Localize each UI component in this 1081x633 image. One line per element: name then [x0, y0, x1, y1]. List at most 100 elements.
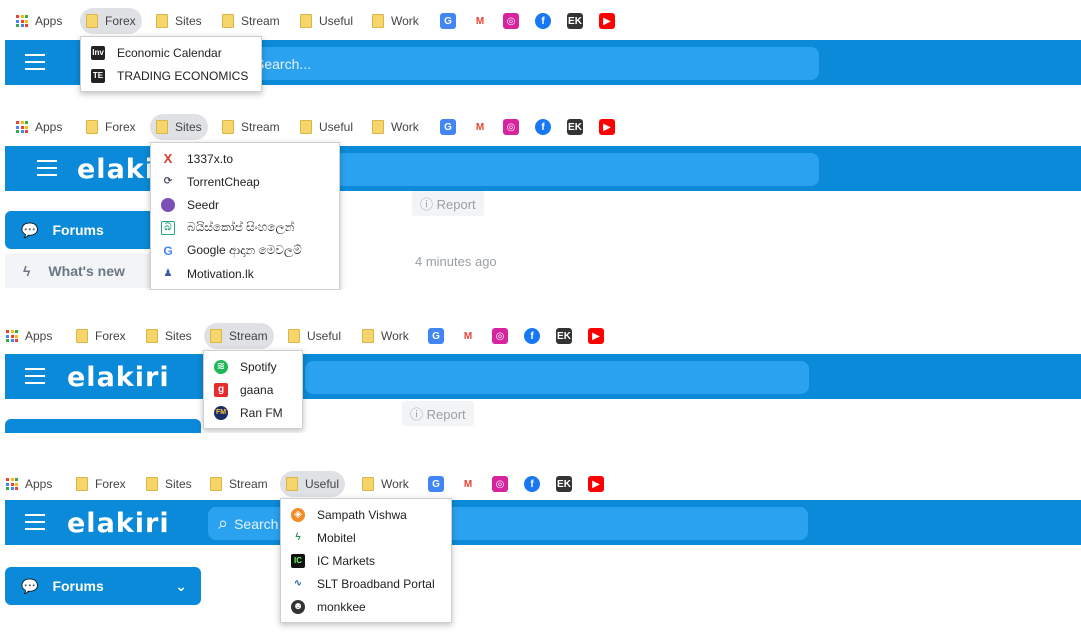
hamburger-menu-icon[interactable]: [25, 54, 45, 70]
bookmark-folder-work[interactable]: Work: [366, 114, 425, 140]
menu-item-google-input-tools[interactable]: G Google ආදාන මෙවලම්: [151, 239, 339, 262]
youtube-icon[interactable]: ▶: [599, 119, 615, 135]
site-logo[interactable]: elakiri: [67, 362, 170, 393]
instagram-icon[interactable]: ◎: [503, 13, 519, 29]
bookmark-folder-forex[interactable]: Forex: [80, 8, 142, 34]
bookmark-apps[interactable]: Apps: [0, 471, 58, 497]
instagram-icon[interactable]: ◎: [492, 328, 508, 344]
ek-icon[interactable]: EK: [567, 119, 583, 135]
menu-item-ranfm[interactable]: FM Ran FM: [204, 401, 302, 424]
sidebar-forums-partial[interactable]: [5, 419, 201, 433]
chevron-down-icon[interactable]: ⌄: [175, 578, 187, 595]
bookmark-apps[interactable]: Apps: [10, 114, 68, 140]
menu-item-spotify[interactable]: ≋ Spotify: [204, 355, 302, 378]
menu-item-sampath-vishwa[interactable]: ◈ Sampath Vishwa: [281, 503, 451, 526]
bookmark-folder-work[interactable]: Work: [356, 323, 415, 349]
facebook-icon[interactable]: f: [524, 476, 540, 492]
bookmark-folder-work[interactable]: Work: [366, 8, 425, 34]
screenshot-strip-forex: Apps Forex Sites Stream Useful Work G M …: [0, 0, 1081, 92]
bookmark-folder-useful[interactable]: Useful: [280, 471, 346, 497]
hamburger-menu-icon[interactable]: [37, 160, 57, 176]
search-input[interactable]: [335, 153, 819, 186]
bookmark-folder-stream[interactable]: Stream: [216, 114, 286, 140]
hamburger-menu-icon[interactable]: [25, 368, 45, 384]
baiscope-icon: බ: [161, 220, 175, 235]
bookmark-folder-stream[interactable]: Stream: [204, 471, 274, 497]
bookmark-folder-sites[interactable]: Sites: [150, 114, 208, 140]
folder-icon: [146, 477, 158, 491]
menu-item-1337x[interactable]: X 1337x.to: [151, 147, 339, 170]
folder-icon: [222, 14, 234, 28]
report-button[interactable]: ⓘ Report: [412, 191, 484, 216]
ek-icon[interactable]: EK: [556, 476, 572, 492]
bookmark-apps[interactable]: Apps: [10, 8, 68, 34]
bookmark-apps[interactable]: Apps: [0, 323, 58, 349]
bookmark-folder-forex[interactable]: Forex: [70, 323, 132, 349]
bookmark-folder-sites[interactable]: Sites: [140, 323, 198, 349]
sidebar-forums[interactable]: 💬 Forums ⌄: [5, 567, 201, 605]
google-translate-icon[interactable]: G: [440, 119, 456, 135]
menu-item-economic-calendar[interactable]: Inv Economic Calendar: [81, 41, 261, 64]
search-icon: ⌕: [218, 513, 229, 533]
facebook-icon[interactable]: f: [535, 13, 551, 29]
gmail-icon[interactable]: M: [472, 119, 488, 135]
gmail-icon[interactable]: M: [460, 328, 476, 344]
sidebar-forums[interactable]: 💬 Forums: [5, 211, 155, 249]
bookmark-folder-stream[interactable]: Stream: [204, 323, 274, 349]
folder-icon: [300, 120, 312, 134]
google-translate-icon[interactable]: G: [428, 328, 444, 344]
folder-icon: [76, 477, 88, 491]
instagram-icon[interactable]: ◎: [492, 476, 508, 492]
bookmarks-bar: Apps Forex Sites Stream Useful Work G M …: [0, 463, 1081, 503]
screenshot-strip-sites: Apps Forex Sites Stream Useful Work G M …: [0, 106, 1081, 290]
gmail-icon[interactable]: M: [460, 476, 476, 492]
instagram-icon[interactable]: ◎: [503, 119, 519, 135]
youtube-icon[interactable]: ▶: [588, 328, 604, 344]
folder-icon: [146, 329, 158, 343]
youtube-icon[interactable]: ▶: [588, 476, 604, 492]
ek-icon[interactable]: EK: [567, 13, 583, 29]
bookmark-folder-useful[interactable]: Useful: [294, 114, 359, 140]
menu-item-gaana[interactable]: g gaana: [204, 378, 302, 401]
google-translate-icon[interactable]: G: [428, 476, 444, 492]
bookmark-folder-forex[interactable]: Forex: [70, 471, 132, 497]
facebook-icon[interactable]: f: [524, 328, 540, 344]
bookmark-folder-sites[interactable]: Sites: [150, 8, 208, 34]
menu-item-monkkee[interactable]: ☻ monkkee: [281, 595, 451, 618]
menu-item-ic-markets[interactable]: IC IC Markets: [281, 549, 451, 572]
site-logo[interactable]: elakiri: [67, 508, 170, 539]
menu-item-baiscope[interactable]: බ බයිස්කෝප් සිංහලෙන්: [151, 216, 339, 239]
bookmark-folder-forex[interactable]: Forex: [80, 114, 142, 140]
hamburger-menu-icon[interactable]: [25, 514, 45, 530]
trading-economics-icon: TE: [91, 68, 105, 83]
bookmark-folder-useful[interactable]: Useful: [294, 8, 359, 34]
search-input[interactable]: Search...: [245, 47, 819, 80]
dropdown-sites: X 1337x.to ⟳ TorrentCheap Seedr බ බයිස්කෝප්…: [150, 142, 340, 290]
google-translate-icon[interactable]: G: [440, 13, 456, 29]
youtube-icon[interactable]: ▶: [599, 13, 615, 29]
bookmark-folder-work[interactable]: Work: [356, 471, 415, 497]
bookmark-folder-sites[interactable]: Sites: [140, 471, 198, 497]
folder-icon: [210, 477, 222, 491]
menu-item-mobitel[interactable]: ϟ Mobitel: [281, 526, 451, 549]
folder-icon: [86, 120, 98, 134]
menu-item-trading-economics[interactable]: TE TRADING ECONOMICS: [81, 64, 261, 87]
facebook-icon[interactable]: f: [535, 119, 551, 135]
menu-item-slt-broadband[interactable]: ∿ SLT Broadband Portal: [281, 572, 451, 595]
folder-icon: [76, 329, 88, 343]
gmail-icon[interactable]: M: [472, 13, 488, 29]
investing-icon: Inv: [91, 45, 105, 60]
mobitel-icon: ϟ: [295, 532, 301, 543]
sidebar-whats-new[interactable]: ϟ What's new: [5, 254, 155, 288]
menu-item-torrentcheap[interactable]: ⟳ TorrentCheap: [151, 170, 339, 193]
menu-item-seedr[interactable]: Seedr: [151, 193, 339, 216]
ic-markets-icon: IC: [291, 553, 305, 568]
lightning-icon: ϟ: [23, 263, 31, 279]
bookmark-folder-useful[interactable]: Useful: [282, 323, 347, 349]
bookmark-folder-stream[interactable]: Stream: [216, 8, 286, 34]
report-button[interactable]: ⓘ Report: [402, 401, 474, 426]
menu-item-motivation[interactable]: ♟ Motivation.lk: [151, 262, 339, 285]
search-input[interactable]: [305, 361, 809, 394]
folder-icon: [286, 477, 298, 491]
ek-icon[interactable]: EK: [556, 328, 572, 344]
